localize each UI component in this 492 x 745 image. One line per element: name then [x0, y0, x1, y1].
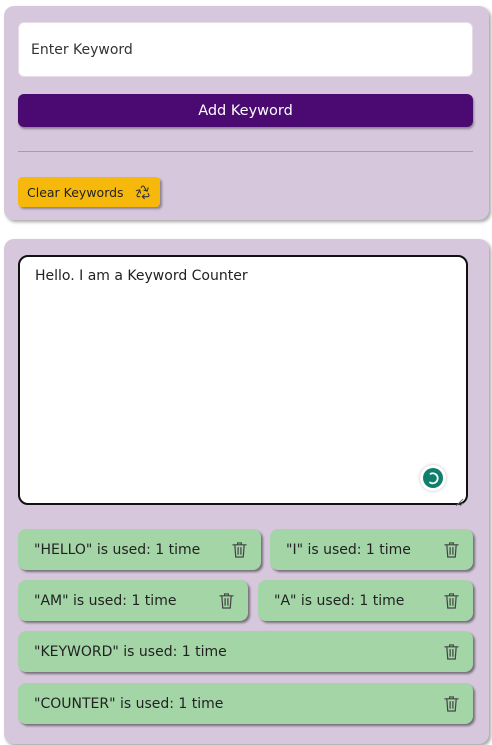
trash-icon[interactable]: [443, 592, 459, 610]
clear-keywords-button[interactable]: Clear Keywords: [18, 177, 160, 207]
keyword-form-panel: Add Keyword Clear Keywords: [4, 6, 489, 220]
recycle-icon: [134, 183, 152, 201]
keyword-count-label: "I" is used: 1 time: [286, 541, 411, 558]
grammar-check-icon[interactable]: [420, 465, 446, 491]
keyword-count-label: "AM" is used: 1 time: [34, 592, 177, 609]
divider: [18, 151, 473, 152]
keyword-count-label: "HELLO" is used: 1 time: [34, 541, 201, 558]
keyword-count-a: "A" is used: 1 time: [258, 580, 473, 621]
trash-icon[interactable]: [443, 695, 459, 713]
keyword-input[interactable]: [18, 22, 473, 77]
keyword-count-label: "A" is used: 1 time: [274, 592, 405, 609]
keyword-count-label: "COUNTER" is used: 1 time: [34, 695, 224, 712]
keyword-count-keyword: "KEYWORD" is used: 1 time: [18, 631, 473, 672]
add-keyword-button[interactable]: Add Keyword: [18, 94, 473, 127]
trash-icon[interactable]: [443, 643, 459, 661]
clear-keywords-label: Clear Keywords: [27, 184, 124, 200]
keyword-count-counter: "COUNTER" is used: 1 time: [18, 683, 473, 724]
trash-icon[interactable]: [218, 592, 234, 610]
keyword-count-am: "AM" is used: 1 time: [18, 580, 248, 621]
keyword-count-hello: "HELLO" is used: 1 time: [18, 529, 261, 570]
trash-icon[interactable]: [231, 541, 247, 559]
resize-handle-icon[interactable]: [455, 492, 464, 507]
text-input-area[interactable]: Hello. I am a Keyword Counter: [18, 255, 468, 505]
keyword-count-i: "I" is used: 1 time: [270, 529, 473, 570]
trash-icon[interactable]: [443, 541, 459, 559]
text-counter-panel: Hello. I am a Keyword Counter "HELLO" is…: [4, 239, 489, 744]
keyword-count-label: "KEYWORD" is used: 1 time: [34, 643, 227, 660]
